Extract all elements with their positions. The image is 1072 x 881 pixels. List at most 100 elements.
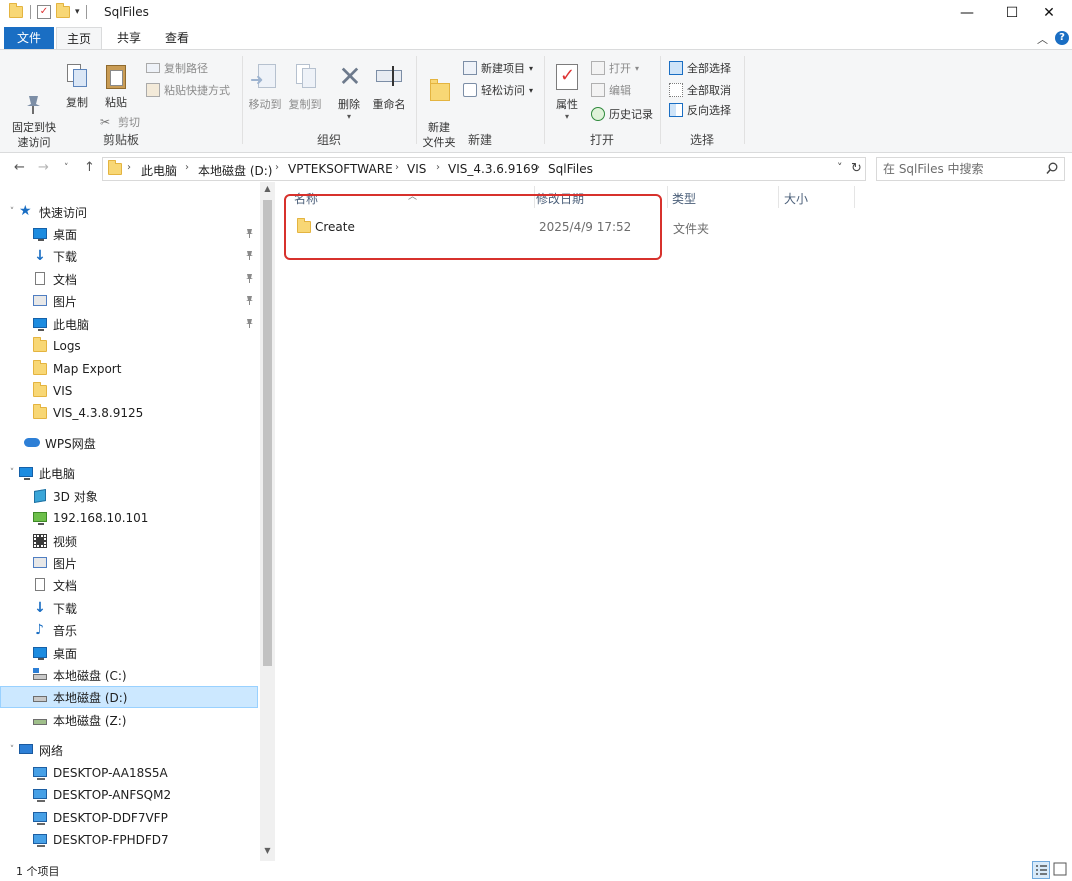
edit-button[interactable]: 编辑 [591,82,631,98]
refresh-icon[interactable]: ↻ [851,161,862,176]
select-none-button[interactable]: 全部取消 [669,82,731,98]
nav-item-this-pc-quick[interactable]: 此电脑 [0,313,258,335]
breadcrumb-vpteksoftware[interactable]: VPTEKSOFTWARE [288,162,393,176]
breadcrumb-separator-icon[interactable]: › [275,162,279,173]
copy-button[interactable]: 复制 [62,62,92,110]
pin-icon[interactable] [245,250,254,261]
nav-item-desktop[interactable]: 桌面 [0,223,258,245]
qat-dropdown-icon[interactable]: ▾ [75,7,80,17]
paste-shortcut-button[interactable]: 粘贴快捷方式 [146,82,230,98]
nav-this-pc[interactable]: ˅ 此电脑 [0,462,258,484]
tab-view[interactable]: 查看 [154,27,200,49]
column-header-size[interactable]: 大小 [766,188,842,210]
scrollbar-thumb[interactable] [263,200,272,666]
nav-quick-access[interactable]: ˅ ★ 快速访问 [0,201,258,223]
details-view-button[interactable] [1032,861,1050,879]
nav-scrollbar[interactable]: ▲ ▼ [260,182,275,861]
easy-access-button[interactable]: 轻松访问 ▾ [463,82,533,98]
new-folder-qat-icon[interactable] [55,3,71,20]
nav-item-drive-d[interactable]: 本地磁盘 (D:) [0,686,258,708]
pin-icon[interactable] [245,228,254,239]
nav-item-drive-z[interactable]: 本地磁盘 (Z:) [0,709,258,731]
pin-icon[interactable] [245,273,254,284]
nav-item-logs[interactable]: Logs [0,335,258,357]
back-arrow-icon[interactable]: ← [14,160,25,175]
minimize-button[interactable]: — [944,0,990,26]
help-icon[interactable]: ? [1055,31,1069,45]
nav-item-music[interactable]: ♪ 音乐 [0,619,258,641]
address-bar[interactable]: › 此电脑 › 本地磁盘 (D:) › VPTEKSOFTWARE › VIS … [102,157,866,181]
delete-button[interactable]: ✕ 删除 ▾ [335,62,363,122]
nav-item-network-pc[interactable]: DESKTOP-AA18S5A [0,762,258,784]
nav-item-documents-pc[interactable]: 文档 [0,574,258,596]
forward-arrow-icon[interactable]: → [38,160,49,175]
pin-icon[interactable] [245,295,254,306]
copy-to-button[interactable]: 复制到 [285,62,325,112]
pin-icon[interactable] [245,318,254,329]
nav-network[interactable]: ˅ 网络 [0,739,258,761]
column-header-type[interactable]: 类型 [654,188,766,210]
nav-item-network-pc[interactable]: DESKTOP-ANFSQM2 [0,784,258,806]
tab-home[interactable]: 主页 [56,27,102,49]
breadcrumb-vis-version[interactable]: VIS_4.3.6.9169 [448,162,538,176]
nav-item-downloads[interactable]: ↓ 下载 [0,245,258,267]
chevron-down-icon[interactable]: ˅ [6,207,18,217]
properties-check-icon[interactable]: ✓ [37,5,51,19]
search-input[interactable] [883,161,1043,177]
nav-item-vis-version[interactable]: VIS_4.3.8.9125 [0,402,258,424]
chevron-down-icon[interactable]: ˅ [6,745,18,755]
folder-icon [32,382,48,399]
new-item-button[interactable]: 新建项目 ▾ [463,60,533,76]
nav-wps-cloud[interactable]: WPS网盘 [0,432,258,454]
breadcrumb-this-pc[interactable]: 此电脑 [141,162,177,179]
nav-item-pictures[interactable]: 图片 [0,290,258,312]
nav-item-pictures-pc[interactable]: 图片 [0,552,258,574]
move-to-button[interactable]: ➜ 移动到 [245,62,285,112]
nav-item-videos[interactable]: 视频 [0,530,258,552]
move-to-icon: ➜ [250,62,280,92]
select-all-button[interactable]: 全部选择 [669,60,731,76]
breadcrumb-drive-d[interactable]: 本地磁盘 (D:) [198,162,272,179]
breadcrumb-vis[interactable]: VIS [407,162,426,176]
close-button[interactable]: ✕ [1026,0,1072,26]
nav-item-3d-objects[interactable]: 3D 对象 [0,485,258,507]
search-box[interactable] [876,157,1065,181]
paste-button[interactable]: 粘贴 [98,62,134,110]
breadcrumb-separator-icon[interactable]: › [536,162,540,173]
cut-button[interactable]: ✂ 剪切 [100,114,140,130]
nav-item-vis[interactable]: VIS [0,380,258,402]
nav-item-map-export[interactable]: Map Export [0,358,258,380]
folder-icon [32,360,48,377]
breadcrumb-separator-icon[interactable]: › [127,162,131,173]
properties-button[interactable]: ✓ 属性 ▾ [551,62,583,121]
breadcrumb-separator-icon[interactable]: › [185,162,189,173]
scroll-down-icon[interactable]: ▼ [260,846,275,855]
breadcrumb-sqlfiles[interactable]: SqlFiles [548,162,593,176]
chevron-up-icon[interactable]: ︿ [1037,31,1048,47]
large-icons-view-button[interactable] [1052,861,1070,879]
nav-item-documents[interactable]: 文档 [0,268,258,290]
rename-button[interactable]: 重命名 [369,62,409,112]
nav-item-network-pc[interactable]: DESKTOP-FPHDFD7 [0,829,258,851]
column-divider[interactable] [854,186,855,208]
recent-locations-chevron-icon[interactable]: ˅ [64,163,69,173]
nav-item-network-location[interactable]: 192.168.10.101 [0,507,258,529]
breadcrumb-separator-icon[interactable]: › [436,162,440,173]
computer-icon [32,316,48,332]
nav-item-desktop-pc[interactable]: 桌面 [0,642,258,664]
tab-file[interactable]: 文件 [4,27,54,49]
address-dropdown-icon[interactable]: ˅ [837,161,843,174]
scroll-up-icon[interactable]: ▲ [260,184,275,193]
chevron-down-icon[interactable]: ˅ [6,468,18,478]
up-arrow-icon[interactable]: ↑ [84,160,95,175]
nav-item-downloads-pc[interactable]: ↓ 下载 [0,597,258,619]
open-button[interactable]: 打开 ▾ [591,60,639,76]
nav-item-drive-c[interactable]: 本地磁盘 (C:) [0,664,258,686]
invert-selection-button[interactable]: 反向选择 [669,102,731,118]
copy-path-button[interactable]: 复制路径 [146,60,208,76]
tab-share[interactable]: 共享 [106,27,152,49]
nav-item-network-pc[interactable]: DESKTOP-DDF7VFP [0,807,258,829]
history-button[interactable]: 历史记录 [591,106,653,122]
search-icon[interactable] [1046,162,1058,178]
breadcrumb-separator-icon[interactable]: › [395,162,399,173]
